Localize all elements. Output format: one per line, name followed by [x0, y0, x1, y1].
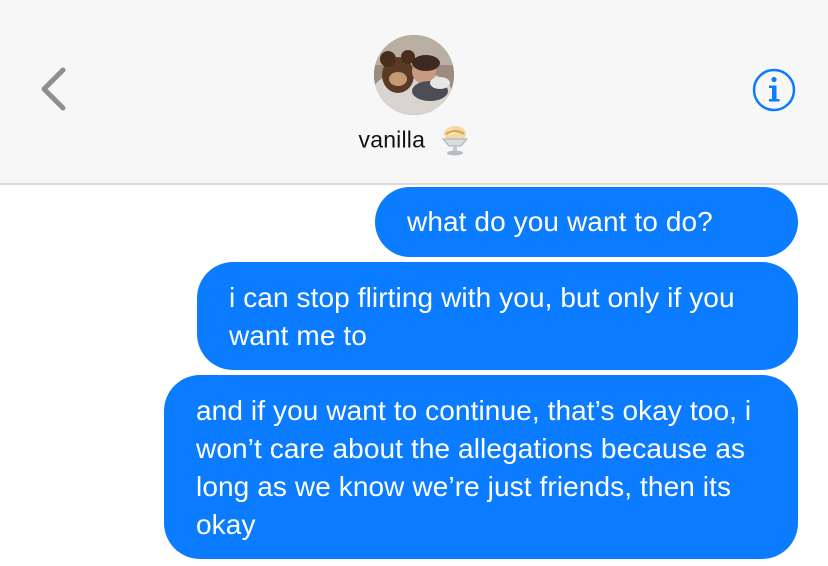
avatar-photo	[374, 35, 454, 115]
info-button[interactable]	[750, 66, 798, 114]
contact-avatar[interactable]	[374, 35, 454, 115]
message-bubble-sent[interactable]: what do you want to do?	[375, 187, 798, 257]
contact-name-row[interactable]: vanilla	[0, 124, 828, 156]
back-button[interactable]	[36, 64, 72, 114]
message-thread[interactable]: what do you want to do? i can stop flirt…	[0, 185, 828, 566]
conversation-header: vanilla	[0, 0, 828, 185]
contact-name: vanilla	[358, 126, 426, 153]
message-bubble-sent[interactable]: i can stop flirting with you, but only i…	[197, 262, 798, 370]
ice-cream-icon	[440, 124, 470, 156]
chevron-left-icon	[41, 67, 66, 111]
info-icon	[752, 68, 796, 112]
message-bubble-sent[interactable]: and if you want to continue, that’s okay…	[164, 375, 798, 559]
